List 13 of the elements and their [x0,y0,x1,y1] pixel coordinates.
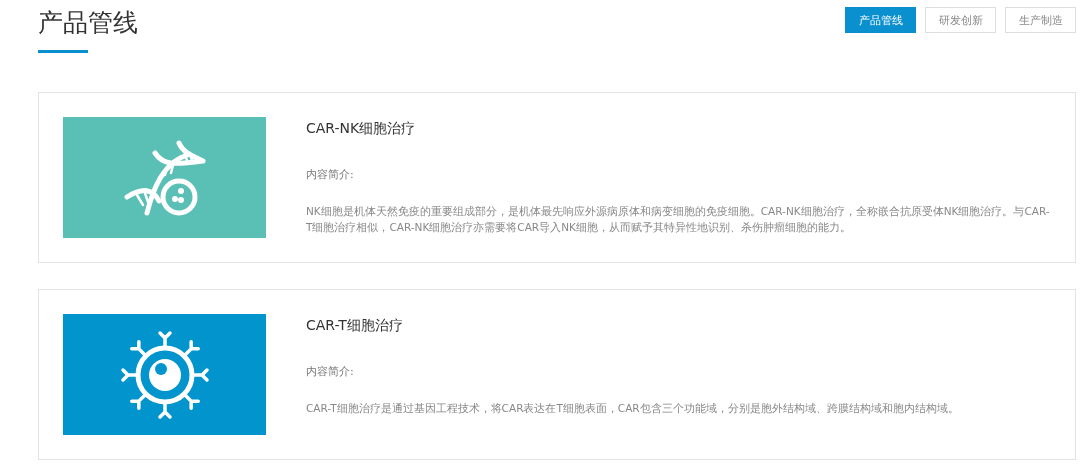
cell-receptor-icon [119,329,210,420]
tab[interactable]: 生产制造 [1005,7,1076,33]
product-description: NK细胞是机体天然免疫的重要组成部分，是机体最先响应外源病原体和病变细胞的免疫细胞。CAR-NK细胞治疗，全称嵌合抗原受体NK细胞治疗。与CAR-T细胞治疗相似，CAR-NK细胞治疗亦需要将CAR导入NK细胞，从而赋予其特异性地识别、杀伤肿瘤细胞的能力。 [306,204,1051,235]
product-name: CAR-T细胞治疗 [306,316,404,334]
intro-label: 内容简介: [306,364,355,380]
title-underline [38,50,88,53]
intro-label: 内容简介: [306,167,355,183]
dna-cell-icon [122,138,207,217]
tab[interactable]: 研发创新 [925,7,996,33]
product-name: CAR-NK细胞治疗 [306,119,417,137]
product-description: CAR-T细胞治疗是通过基因工程技术，将CAR表达在T细胞表面，CAR包含三个功能域，分别是胞外结构域、跨膜结构域和胞内结构域。 [306,401,959,416]
page-title: 产品管线 [38,7,138,39]
tab[interactable]: 产品管线 [845,7,916,33]
